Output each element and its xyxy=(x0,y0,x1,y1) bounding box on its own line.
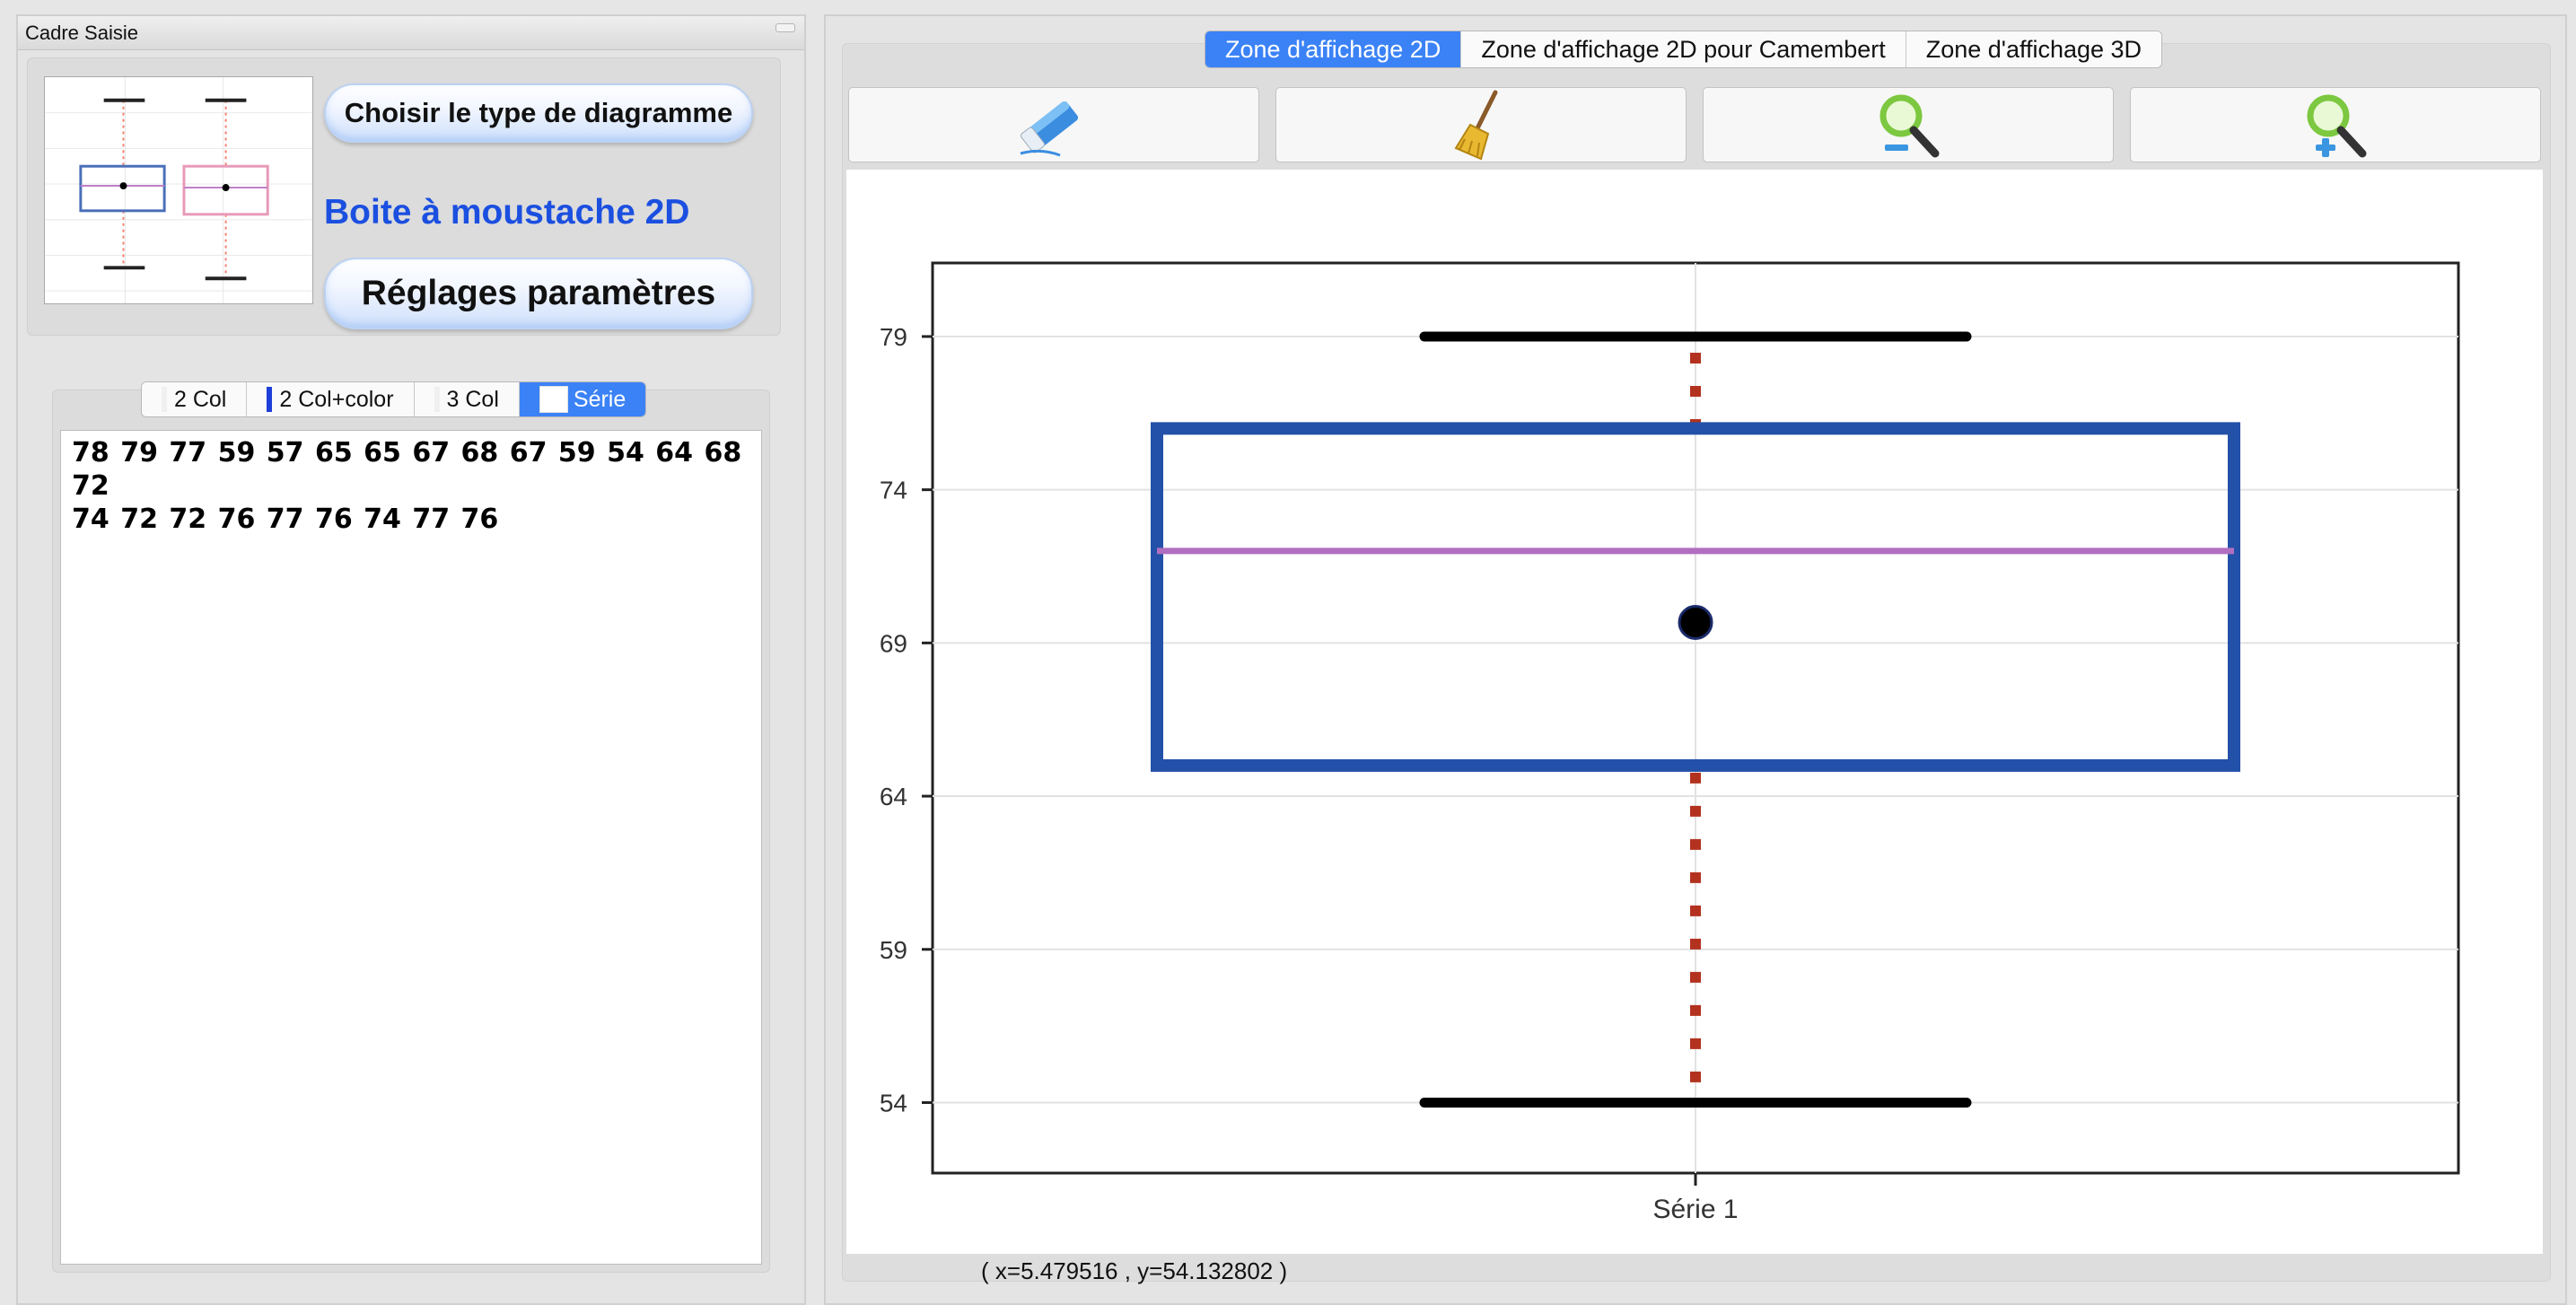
zoom-out-icon xyxy=(1879,94,1940,158)
boxplot-chart[interactable]: 54 59 64 69 74 79 Série 1 xyxy=(846,170,2543,1254)
axis-layer: 54 59 64 69 74 79 Série 1 xyxy=(880,323,1739,1224)
preview-box-pink xyxy=(182,98,269,281)
zoom-in-icon xyxy=(2307,94,2367,158)
data-entry-frame: 2 Col 2 Col+color 3 Col Série 78 79 77 5… xyxy=(52,381,770,1273)
chart-type-label: Boite à moustache 2D xyxy=(324,193,690,232)
mode-2col[interactable]: 2 Col xyxy=(142,382,248,416)
mode-2col-color[interactable]: 2 Col+color xyxy=(247,382,415,416)
data-mode-selector: 2 Col 2 Col+color 3 Col Série xyxy=(141,381,647,417)
display-tabs: Zone d'affichage 2D Zone d'affichage 2D … xyxy=(1205,31,2163,68)
cursor-coordinates: ( x=5.479516 , y=54.132802 ) xyxy=(981,1257,1288,1284)
y-tick-label: 79 xyxy=(880,323,907,351)
eraser-icon xyxy=(1020,101,1079,157)
chart-chooser-box: Choisir le type de diagramme Boite à mou… xyxy=(27,57,781,336)
input-frame-title: Cadre Saisie xyxy=(25,22,138,44)
y-tick-label: 54 xyxy=(880,1089,907,1117)
tab-3d[interactable]: Zone d'affichage 3D xyxy=(1906,31,2162,67)
preview-grid xyxy=(45,77,312,303)
tab-2d[interactable]: Zone d'affichage 2D xyxy=(1205,31,1462,67)
x-tick-label: Série 1 xyxy=(1652,1195,1738,1224)
chart-type-preview xyxy=(44,76,313,304)
choose-chart-type-button[interactable]: Choisir le type de diagramme xyxy=(324,83,753,143)
input-frame: Cadre Saisie Choisir le type de diagramm… xyxy=(16,14,806,1305)
mode-3col-swatch xyxy=(434,387,440,412)
settings-button[interactable]: Réglages paramètres xyxy=(324,258,753,329)
tab-2d-pie[interactable]: Zone d'affichage 2D pour Camembert xyxy=(1461,31,1906,67)
mode-3col[interactable]: 3 Col xyxy=(414,382,520,416)
eraser-button[interactable] xyxy=(848,87,1259,162)
broom-icon xyxy=(1454,90,1498,161)
mode-serie-checkbox xyxy=(539,386,568,413)
display-area: 54 59 64 69 74 79 Série 1 ( x=5.479516 , y=54.… xyxy=(842,43,2551,1284)
minimize-button[interactable] xyxy=(775,23,795,32)
mode-2col-color-label: 2 Col+color xyxy=(279,386,394,412)
mode-2col-color-swatch xyxy=(267,387,273,412)
y-tick-label: 69 xyxy=(880,629,907,657)
mean-point xyxy=(1678,604,1713,640)
mode-3col-label: 3 Col xyxy=(446,386,499,412)
mode-2col-label: 2 Col xyxy=(174,386,227,412)
zoom-in-button[interactable] xyxy=(2130,87,2541,162)
clear-button[interactable] xyxy=(1275,87,1687,162)
input-frame-titlebar: Cadre Saisie xyxy=(18,16,804,50)
mode-serie[interactable]: Série xyxy=(519,382,646,416)
y-tick-label: 59 xyxy=(880,936,907,964)
mode-2col-swatch xyxy=(162,387,167,412)
y-tick-label: 64 xyxy=(880,783,907,810)
display-frame: 54 59 64 69 74 79 Série 1 ( x=5.479516 , y=54.… xyxy=(824,14,2567,1305)
y-tick-label: 74 xyxy=(880,477,907,504)
series-data-textarea[interactable]: 78 79 77 59 57 65 65 67 68 67 59 54 64 6… xyxy=(60,430,762,1265)
mode-serie-label: Série xyxy=(573,386,626,412)
zoom-out-button[interactable] xyxy=(1703,87,2114,162)
